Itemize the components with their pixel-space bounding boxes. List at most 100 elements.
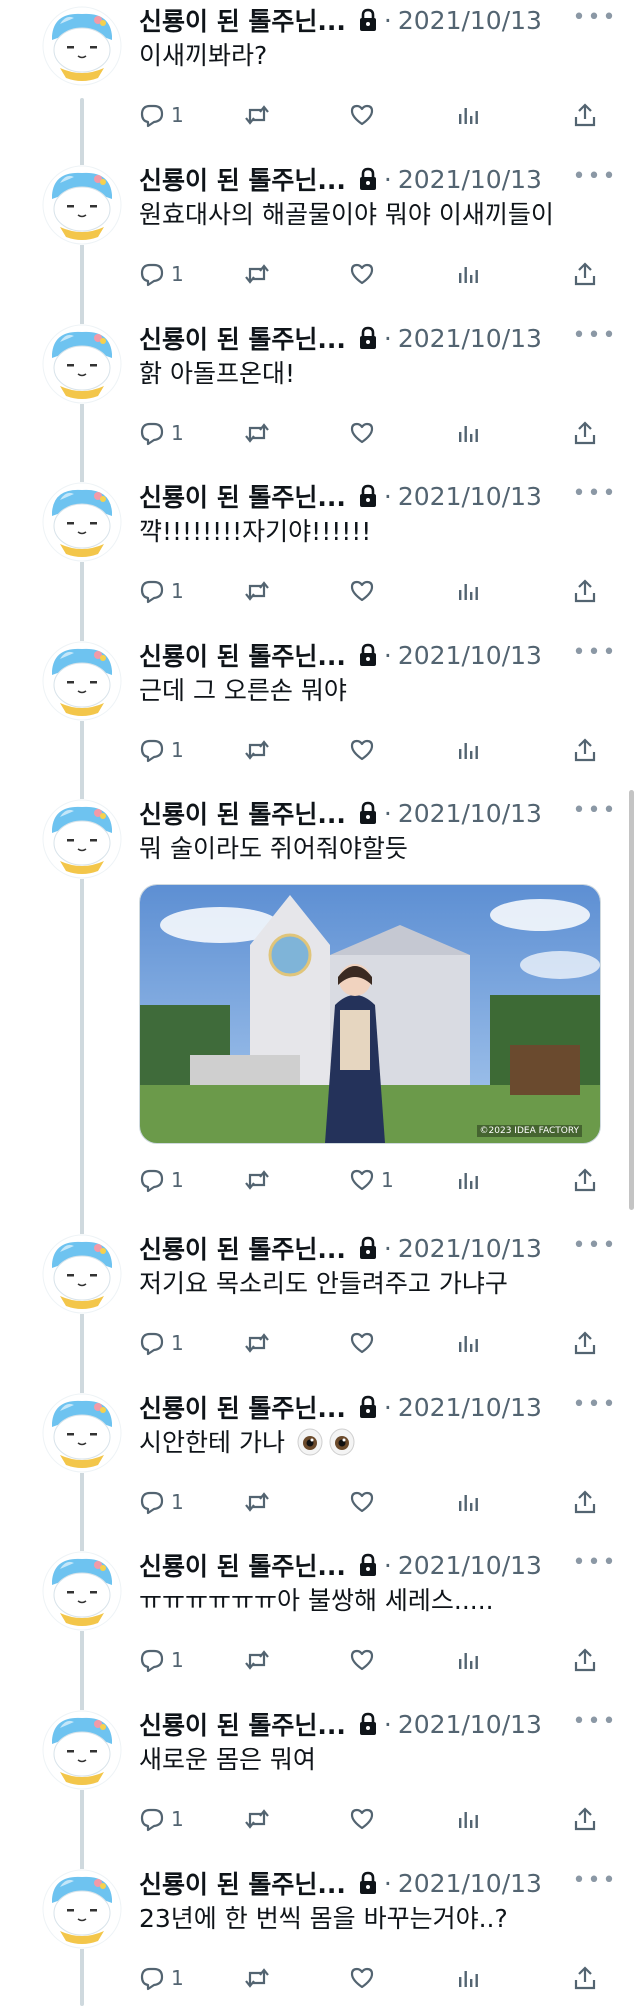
retweet-button[interactable] [244,1802,276,1836]
author-name[interactable]: 신룡이 된 톨주닌... [139,1230,346,1266]
more-options-icon[interactable]: ••• [573,1387,616,1421]
author-name[interactable]: 신룡이 된 톨주닌... [139,637,346,673]
tweet-date[interactable]: 2021/10/13 [398,165,542,194]
share-button[interactable] [572,1643,598,1677]
tweet-date[interactable]: 2021/10/13 [398,799,542,828]
like-button[interactable] [349,416,381,450]
tweet-date[interactable]: 2021/10/13 [398,641,542,670]
author-name[interactable]: 신룡이 된 톨주닌... [139,2,346,38]
share-button[interactable] [572,1326,598,1360]
like-button[interactable] [349,1802,381,1836]
author-name[interactable]: 신룡이 된 톨주닌... [139,795,346,831]
views-button[interactable] [455,416,481,450]
scrollbar[interactable] [629,790,634,1210]
avatar[interactable] [42,482,122,562]
like-button[interactable] [349,1961,381,1995]
retweet-button[interactable] [244,733,276,767]
tweet-date[interactable]: 2021/10/13 [398,1551,542,1580]
reply-button[interactable]: 1 [139,1485,184,1519]
like-button[interactable] [349,733,381,767]
reply-button[interactable]: 1 [139,257,184,291]
views-button[interactable] [455,1802,481,1836]
retweet-button[interactable] [244,1961,276,1995]
more-options-icon[interactable]: ••• [573,1545,616,1579]
avatar[interactable] [42,1869,122,1949]
avatar[interactable] [42,1393,122,1473]
avatar[interactable] [42,641,122,721]
views-button[interactable] [455,1961,481,1995]
retweet-button[interactable] [244,416,276,450]
retweet-button[interactable] [244,1163,276,1197]
reply-button[interactable]: 1 [139,574,184,608]
reply-button[interactable]: 1 [139,1163,184,1197]
views-button[interactable] [455,257,481,291]
retweet-button[interactable] [244,98,276,132]
reply-button[interactable]: 1 [139,1802,184,1836]
author-name[interactable]: 신룡이 된 톨주닌... [139,1389,346,1425]
more-options-icon[interactable]: ••• [573,476,616,510]
share-button[interactable] [572,733,598,767]
author-name[interactable]: 신룡이 된 톨주닌... [139,1865,346,1901]
tweet-date[interactable]: 2021/10/13 [398,1710,542,1739]
author-name[interactable]: 신룡이 된 톨주닌... [139,478,346,514]
more-options-icon[interactable]: ••• [573,159,616,193]
like-button[interactable] [349,1485,381,1519]
reply-button[interactable]: 1 [139,733,184,767]
avatar[interactable] [42,324,122,404]
more-options-icon[interactable]: ••• [573,793,616,827]
share-button[interactable] [572,1163,598,1197]
more-options-icon[interactable]: ••• [573,1863,616,1897]
retweet-button[interactable] [244,257,276,291]
share-button[interactable] [572,1802,598,1836]
like-button[interactable] [349,574,381,608]
author-name[interactable]: 신룡이 된 톨주닌... [139,1706,346,1742]
author-name[interactable]: 신룡이 된 톨주닌... [139,1547,346,1583]
retweet-button[interactable] [244,1326,276,1360]
reply-button[interactable]: 1 [139,1326,184,1360]
share-button[interactable] [572,98,598,132]
like-button[interactable] [349,257,381,291]
views-button[interactable] [455,1326,481,1360]
avatar[interactable] [42,1551,122,1631]
avatar[interactable] [42,1710,122,1790]
tweet-date[interactable]: 2021/10/13 [398,1234,542,1263]
like-button[interactable] [349,98,381,132]
views-button[interactable] [455,1643,481,1677]
reply-button[interactable]: 1 [139,98,184,132]
more-options-icon[interactable]: ••• [573,1704,616,1738]
views-button[interactable] [455,1163,481,1197]
views-button[interactable] [455,1485,481,1519]
views-button[interactable] [455,98,481,132]
reply-button[interactable]: 1 [139,416,184,450]
tweet-date[interactable]: 2021/10/13 [398,1869,542,1898]
more-options-icon[interactable]: ••• [573,0,616,34]
tweet-date[interactable]: 2021/10/13 [398,6,542,35]
author-name[interactable]: 신룡이 된 톨주닌... [139,161,346,197]
tweet-date[interactable]: 2021/10/13 [398,1393,542,1422]
avatar[interactable] [42,799,122,879]
share-button[interactable] [572,1485,598,1519]
share-button[interactable] [572,257,598,291]
share-button[interactable] [572,416,598,450]
share-button[interactable] [572,1961,598,1995]
share-button[interactable] [572,574,598,608]
reply-button[interactable]: 1 [139,1961,184,1995]
more-options-icon[interactable]: ••• [573,1228,616,1262]
views-button[interactable] [455,574,481,608]
reply-button[interactable]: 1 [139,1643,184,1677]
more-options-icon[interactable]: ••• [573,318,616,352]
like-button[interactable] [349,1326,381,1360]
tweet-date[interactable]: 2021/10/13 [398,324,542,353]
tweet-media-image[interactable]: ©2023 IDEA FACTORY [139,884,601,1144]
more-options-icon[interactable]: ••• [573,635,616,669]
retweet-button[interactable] [244,1485,276,1519]
like-button[interactable]: 1 [349,1163,394,1197]
tweet-date[interactable]: 2021/10/13 [398,482,542,511]
author-name[interactable]: 신룡이 된 톨주닌... [139,320,346,356]
avatar[interactable] [42,6,122,86]
like-button[interactable] [349,1643,381,1677]
retweet-button[interactable] [244,574,276,608]
avatar[interactable] [42,165,122,245]
views-button[interactable] [455,733,481,767]
retweet-button[interactable] [244,1643,276,1677]
